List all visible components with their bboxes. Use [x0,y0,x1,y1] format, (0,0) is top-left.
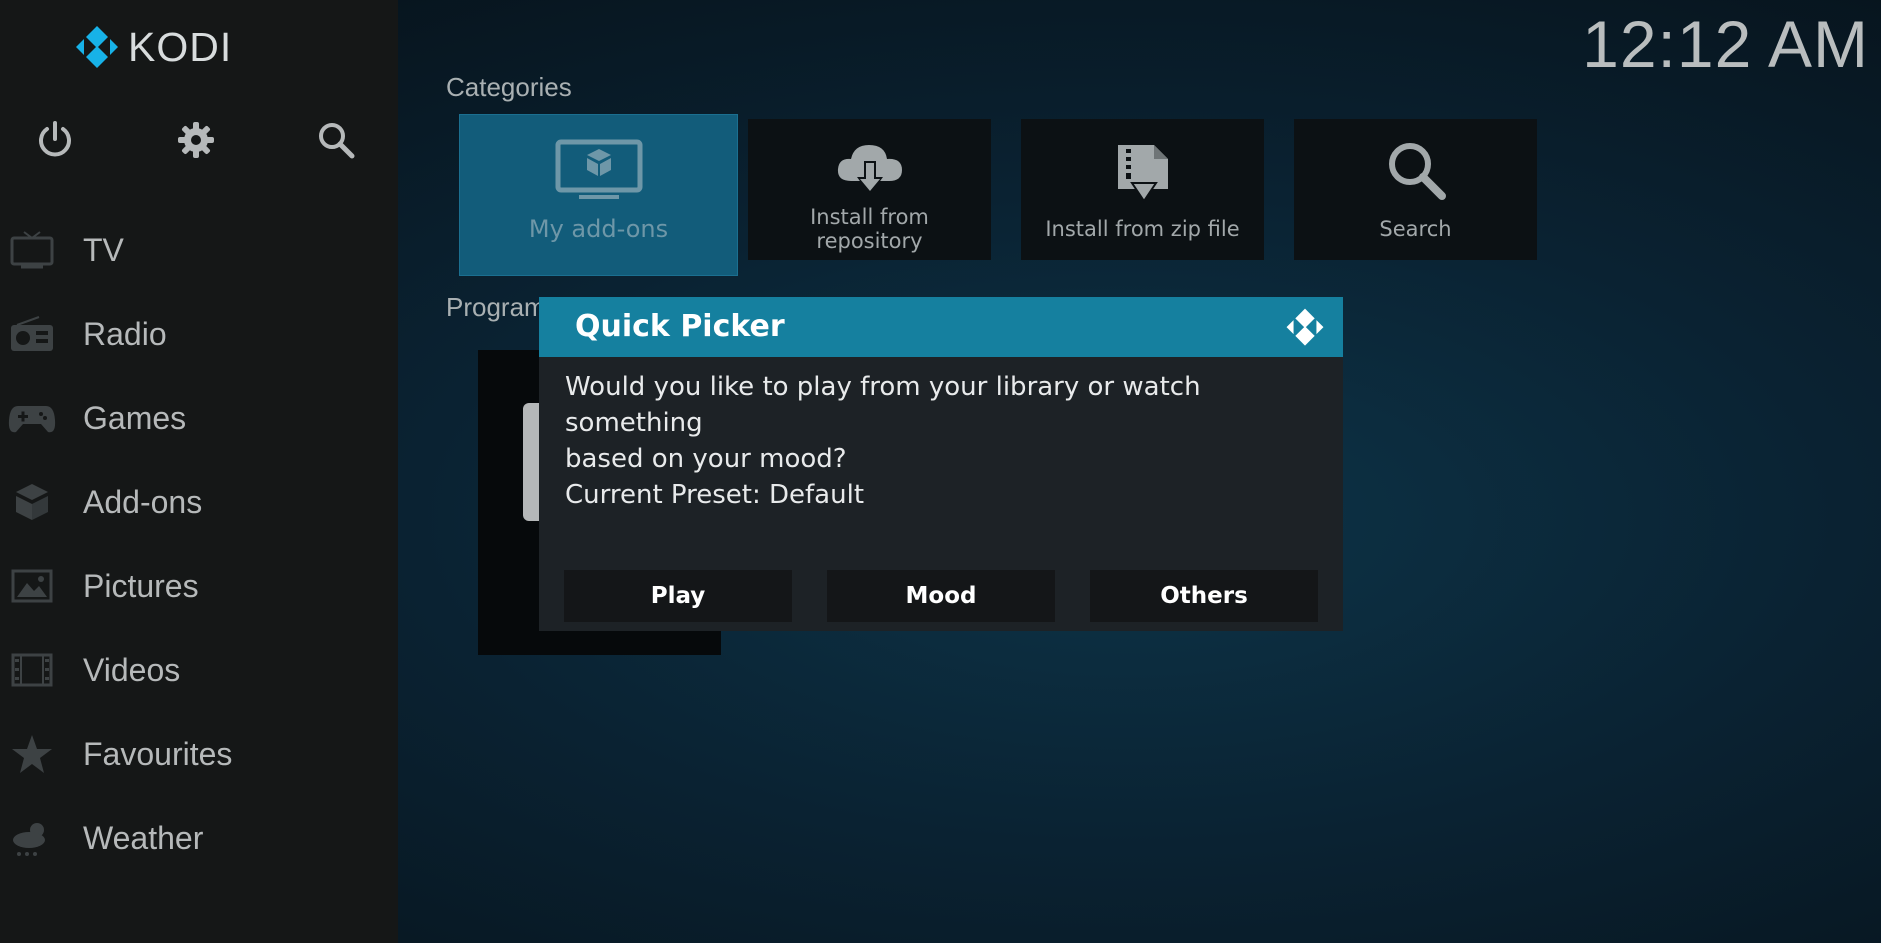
sidebar-item-tv[interactable]: TV [0,208,398,292]
dialog-header: Quick Picker [539,297,1343,357]
sidebar-item-label: Favourites [83,735,233,772]
sidebar-item-label: Add-ons [83,483,203,520]
weather-icon [8,814,56,862]
mood-button[interactable]: Mood [827,570,1055,622]
tile-label: My add-ons [528,215,669,243]
film-icon [8,646,56,694]
power-button[interactable] [27,112,83,168]
kodi-logo[interactable]: KODI [72,24,232,71]
main-menu: TV Radio Games Add-ons Pictures Videos F… [0,208,398,880]
radio-icon [8,310,56,358]
star-icon [8,730,56,778]
dialog-title: Quick Picker [575,309,785,344]
quick-picker-dialog: Quick Picker Would you like to play from… [539,297,1343,631]
sidebar-item-label: Pictures [83,567,199,604]
sidebar-item-label: Games [83,399,187,436]
dialog-message: Would you like to play from your library… [565,369,1325,513]
sidebar-item-label: Videos [83,651,181,688]
power-icon [39,121,71,157]
kodi-logo-text: KODI [128,24,233,70]
tile-label: Install from zip file [1045,217,1240,241]
search-button[interactable] [308,112,364,168]
tile-install-from-zip[interactable]: Install from zip file [1021,119,1264,260]
program-addon-thumbnail [523,403,539,521]
search-icon [1388,143,1446,200]
tile-my-addons[interactable]: My add-ons [459,114,738,276]
sidebar-item-addons[interactable]: Add-ons [0,460,398,544]
zip-download-icon [1117,145,1168,203]
sidebar-item-radio[interactable]: Radio [0,292,398,376]
kodi-logo-icon [1286,308,1324,346]
sidebar: KODI TV Radio Games Add-ons Pictures Vid… [0,0,398,943]
tile-label: Search [1379,217,1452,241]
play-button[interactable]: Play [564,570,792,622]
sidebar-item-favourites[interactable]: Favourites [0,712,398,796]
sidebar-item-weather[interactable]: Weather [0,796,398,880]
sidebar-item-pictures[interactable]: Pictures [0,544,398,628]
tile-install-from-repository[interactable]: Install from repository [748,119,991,260]
gear-icon [178,122,214,158]
gamepad-icon [8,394,56,442]
sidebar-item-games[interactable]: Games [0,376,398,460]
cloud-download-icon [837,145,902,195]
kodi-logo-icon [76,25,118,68]
program-addons-title: Program [446,292,546,322]
dialog-message-line: based on your mood? [565,444,847,474]
picture-icon [8,562,56,610]
dialog-preset-line: Current Preset: Default [565,480,865,510]
tile-label: Install from repository [810,205,929,253]
categories-title: Categories [446,72,572,102]
clock: 12:12 AM [1582,7,1869,81]
sidebar-item-label: TV [83,231,124,268]
tv-icon [8,226,56,274]
sidebar-item-label: Radio [83,315,167,352]
dialog-message-line: Would you like to play from your library… [565,372,1201,438]
settings-button[interactable] [168,112,224,168]
sidebar-item-videos[interactable]: Videos [0,628,398,712]
sidebar-item-label: Weather [83,819,204,856]
search-icon [319,123,355,159]
monitor-box-icon [555,139,642,199]
tile-search[interactable]: Search [1294,119,1537,260]
others-button[interactable]: Others [1090,570,1318,622]
addons-box-icon [8,478,56,526]
